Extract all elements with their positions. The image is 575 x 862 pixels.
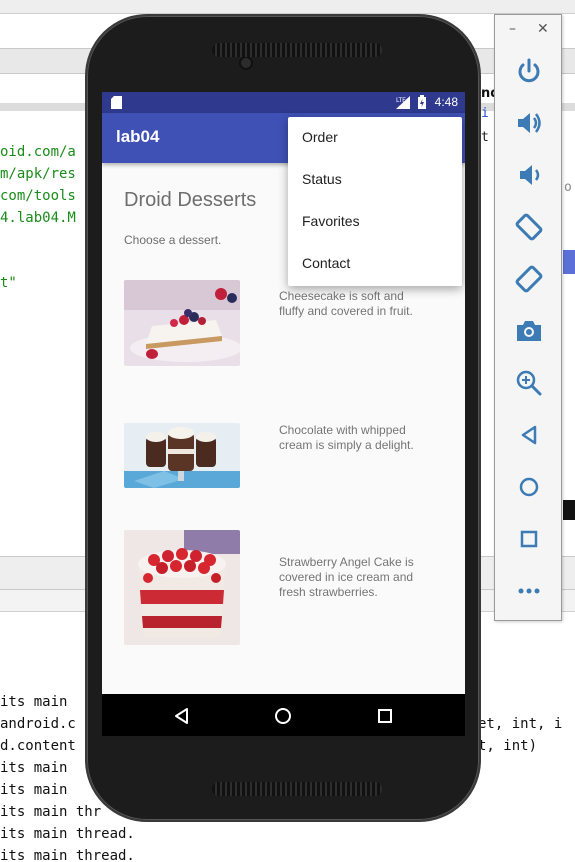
more-icon[interactable] [513,575,545,607]
ide-fragment: i [481,106,489,121]
code-line: 4.lab04.M [0,210,76,226]
menu-item-label: Status [302,171,342,187]
volume-up-icon[interactable] [513,107,545,139]
top-speaker [212,43,382,57]
strawberry-description: Strawberry Angel Cake is covered in ice … [279,555,414,599]
zoom-icon[interactable] [513,367,545,399]
menu-item-label: Contact [302,255,351,271]
chocolate-image[interactable] [124,423,240,488]
bottom-speaker [212,782,382,796]
menu-item-favorites[interactable]: Favorites [288,201,462,243]
ide-fragment: t [481,130,489,145]
ide-marker [563,250,575,274]
close-button[interactable]: ✕ [537,21,549,37]
log-line-tail: et, int, i [478,716,563,732]
overflow-menu: Order Status Favorites Contact [288,117,462,286]
cheesecake-description: Cheesecake is soft and fluffy and covere… [279,289,413,318]
home-icon[interactable] [513,471,545,503]
log-line-tail: t, int) [478,738,538,754]
log-line: its main thread. [0,826,135,842]
nav-back-icon[interactable] [171,705,193,727]
rotate-left-icon[interactable] [513,211,545,243]
status-time: 4:48 [434,95,458,109]
status-bar: LTE 4:48 [102,92,465,113]
ide-fragment: o [564,180,572,195]
ide-top-bar [0,0,575,14]
nav-home-icon[interactable] [272,705,294,727]
back-icon[interactable] [513,419,545,451]
code-line: oid.com/a [0,144,76,160]
menu-item-label: Favorites [302,213,360,229]
svg-text:LTE: LTE [396,97,406,104]
minimize-button[interactable]: – [509,21,516,37]
log-line: its main [0,760,68,776]
code-line: com/tools [0,188,76,204]
overview-icon[interactable] [513,523,545,555]
menu-item-order[interactable]: Order [288,117,462,159]
log-line: d.content [0,738,76,754]
page-subheading: Choose a dessert. [124,233,222,247]
strawberry-image[interactable] [124,530,240,645]
log-line: its main thr [0,804,102,820]
menu-item-status[interactable]: Status [288,159,462,201]
ide-marker [563,500,575,520]
log-line: its main [0,782,68,798]
page-heading: Droid Desserts [124,189,257,211]
code-line: t" [0,275,17,291]
code-line: m/apk/res [0,166,76,182]
battery-icon [418,95,426,109]
navigation-bar [102,694,465,736]
lte-signal-icon: LTE [396,96,410,109]
chocolate-description: Chocolate with whipped cream is simply a… [279,423,414,452]
log-line: its main thread. [0,848,135,862]
rotate-right-icon[interactable] [513,263,545,295]
log-line: its main [0,694,68,710]
phone-screen: LTE 4:48 lab04 Droid Desserts Choose a d… [102,92,465,736]
app-title: lab04 [116,127,160,146]
emulator-toolbar: – ✕ [494,14,562,621]
menu-item-label: Order [302,129,338,145]
log-line: android.c [0,716,76,732]
nav-overview-icon[interactable] [374,705,396,727]
power-icon[interactable] [513,55,545,87]
menu-item-contact[interactable]: Contact [288,243,462,285]
volume-down-icon[interactable] [513,159,545,191]
sd-card-icon [111,96,122,109]
front-camera [239,56,253,70]
camera-icon[interactable] [513,315,545,347]
cheesecake-image[interactable] [124,280,240,366]
